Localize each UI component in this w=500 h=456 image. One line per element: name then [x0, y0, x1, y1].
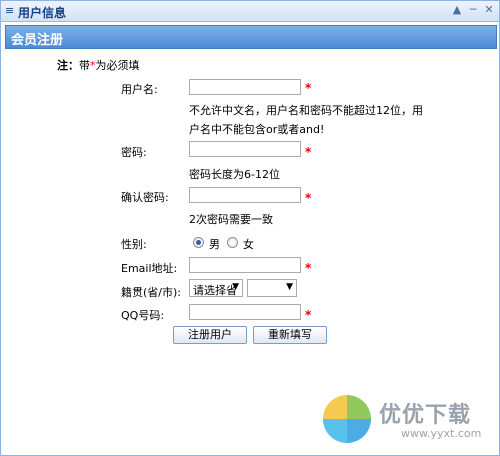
qq-input[interactable] [189, 304, 301, 320]
gender-female-label[interactable]: 女 [243, 236, 254, 252]
window-titlebar: ≡ 用户信息 ▲ ─ ✕ [1, 1, 499, 22]
email-label: Email地址: [121, 262, 178, 275]
brand-logo-icon [323, 395, 371, 443]
watermark-url: www.yyxt.com [401, 427, 482, 440]
gender-male-label[interactable]: 男 [209, 236, 220, 252]
gender-female-radio[interactable] [227, 237, 238, 248]
username-input[interactable] [189, 79, 301, 95]
user-info-window: ≡ 用户信息 ▲ ─ ✕ 会员注册 注：带*为必须填 用户名: * 不允许中文名… [0, 0, 500, 456]
password-label: 密码: [121, 146, 147, 159]
username-hint-line1: 不允许中文名，用户名和密码不能超过12位，用 [189, 104, 423, 117]
region-label: 籍贯(省/市): [121, 286, 181, 299]
username-label: 用户名: [121, 83, 158, 96]
qq-required-star: * [305, 308, 312, 322]
register-button[interactable]: 注册用户 [173, 326, 247, 344]
chevron-down-icon: ▼ [286, 282, 293, 292]
close-icon[interactable]: ✕ [483, 3, 495, 17]
email-input[interactable] [189, 257, 301, 273]
required-note: 注：带*为必须填 [57, 57, 140, 73]
reset-button[interactable]: 重新填写 [253, 326, 327, 344]
city-select[interactable]: ▼ [247, 279, 297, 297]
password-input[interactable] [189, 141, 301, 157]
chevron-down-icon: ▼ [232, 282, 239, 292]
collapse-up-icon[interactable]: ▲ [451, 3, 463, 17]
note-prefix: 注： [57, 59, 79, 72]
window-menu-icon[interactable]: ≡ [5, 4, 14, 17]
confirm-password-required-star: * [305, 191, 312, 205]
qq-label: QQ号码: [121, 309, 165, 322]
province-select[interactable]: 请选择省 ▼ [189, 279, 243, 297]
minimize-icon[interactable]: ─ [467, 3, 479, 17]
password-hint: 密码长度为6-12位 [189, 168, 280, 181]
gender-male-radio[interactable] [193, 237, 204, 248]
watermark-brand: 优优下载 [379, 403, 472, 428]
province-select-value: 请选择省 [193, 284, 237, 297]
username-required-star: * [305, 81, 312, 95]
section-header: 会员注册 [5, 25, 497, 49]
window-title: 用户信息 [18, 6, 67, 20]
note-text-b: 为必须填 [95, 59, 140, 72]
note-text-a: 带 [79, 59, 90, 72]
username-hint-line2: 户名中不能包含or或者and! [189, 123, 325, 136]
gender-label: 性别: [121, 238, 147, 251]
confirm-password-input[interactable] [189, 187, 301, 203]
watermark: 优优下载 www.yyxt.com [323, 393, 493, 449]
confirm-password-hint: 2次密码需要一致 [189, 213, 273, 226]
section-title: 会员注册 [11, 33, 64, 48]
password-required-star: * [305, 145, 312, 159]
email-required-star: * [305, 261, 312, 275]
confirm-password-label: 确认密码: [121, 191, 169, 204]
